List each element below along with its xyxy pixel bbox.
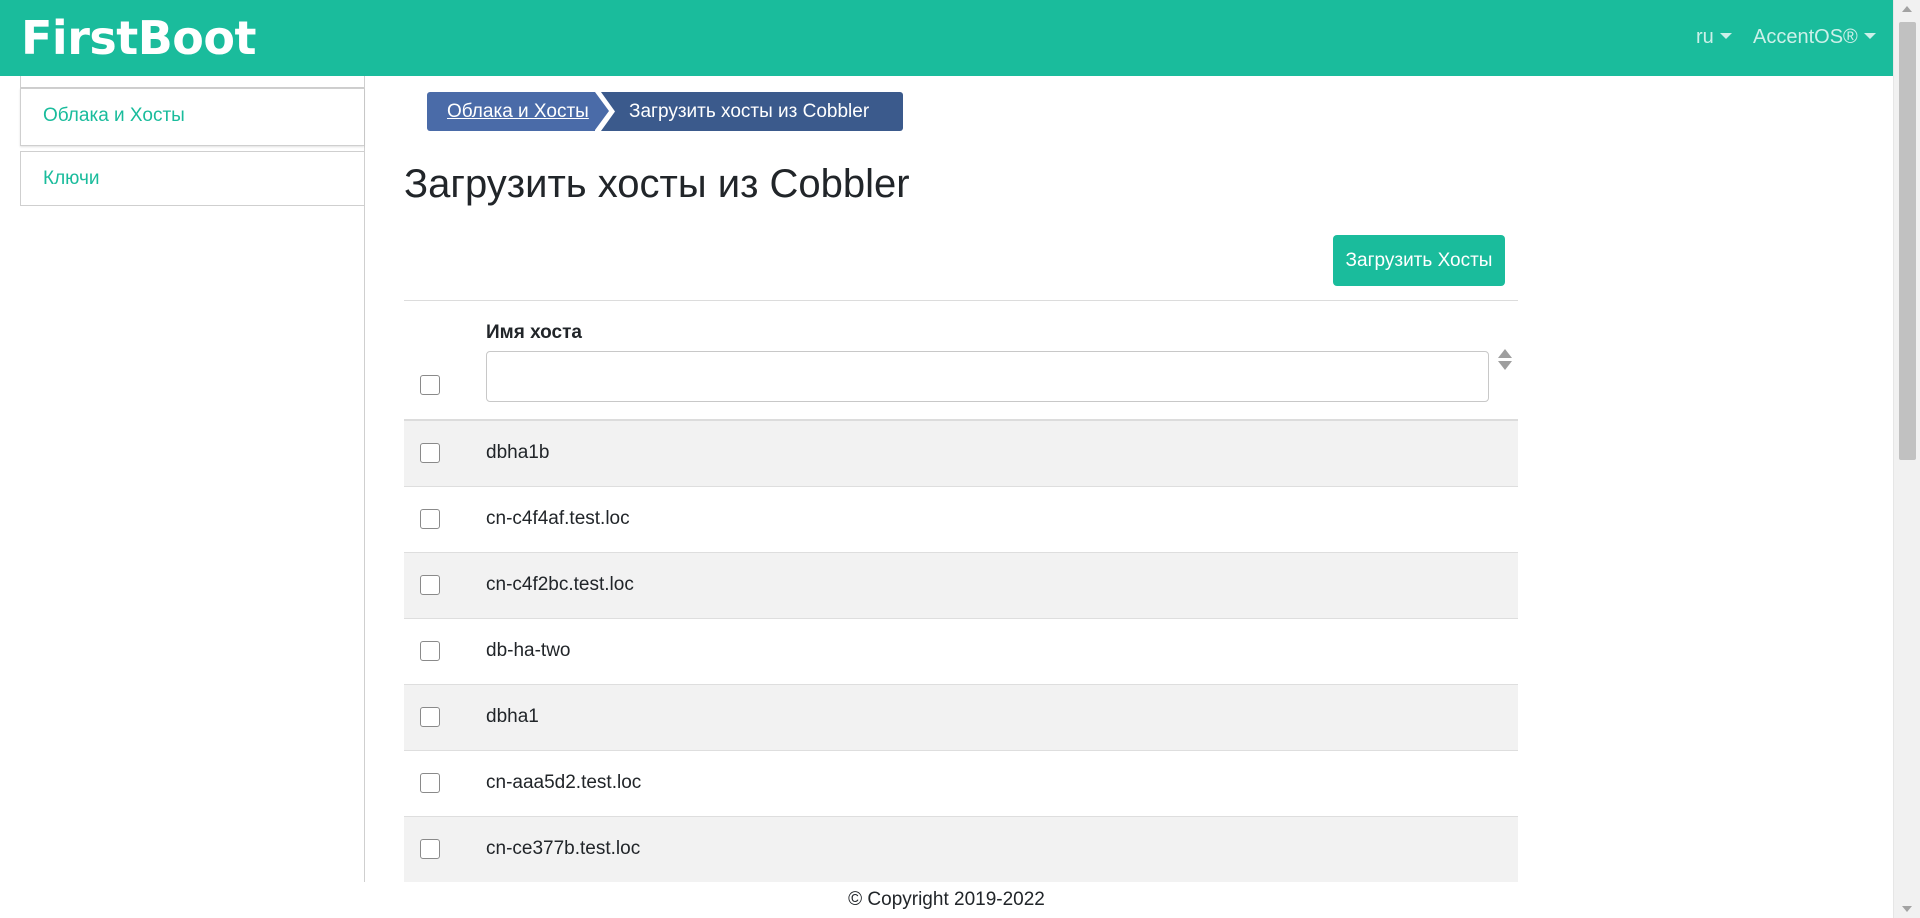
table-header: Имя хоста <box>404 301 1518 421</box>
copyright-text: © Copyright 2019-2022 <box>848 889 1045 910</box>
row-checkbox[interactable] <box>420 443 440 463</box>
table-row[interactable]: dbha1 <box>404 685 1518 751</box>
sidebar-item-keys[interactable]: Ключи <box>20 151 364 206</box>
hostname-filter-input[interactable] <box>486 351 1489 402</box>
language-dropdown[interactable]: ru <box>1696 24 1732 50</box>
scrollbar-thumb[interactable] <box>1899 22 1916 460</box>
sort-desc-icon <box>1498 361 1512 370</box>
row-checkbox[interactable] <box>420 509 440 529</box>
breadcrumb-link-clouds-hosts[interactable]: Облака и Хосты <box>427 92 595 131</box>
hostname-cell: cn-c4f4af.test.loc <box>486 508 630 529</box>
row-checkbox[interactable] <box>420 641 440 661</box>
footer: © Copyright 2019-2022 <box>0 882 1893 918</box>
top-navbar: FirstBoot ru AccentOS® <box>0 0 1893 76</box>
scroll-down-icon[interactable] <box>1902 906 1912 912</box>
table-row[interactable]: cn-c4f4af.test.loc <box>404 487 1518 553</box>
row-checkbox[interactable] <box>420 773 440 793</box>
sidebar-item-clouds-hosts[interactable]: Облака и Хосты <box>20 88 364 146</box>
chevron-down-icon <box>1719 33 1732 39</box>
chevron-down-icon <box>1863 33 1876 39</box>
sort-icon[interactable] <box>1498 349 1512 373</box>
load-hosts-button[interactable]: Загрузить Хосты <box>1333 235 1505 286</box>
vertical-scrollbar[interactable] <box>1893 0 1920 918</box>
row-checkbox[interactable] <box>420 839 440 859</box>
brand-logo[interactable]: FirstBoot <box>21 10 257 66</box>
sidebar-divider <box>364 76 365 882</box>
hostname-cell: cn-ce377b.test.loc <box>486 838 641 859</box>
language-label: ru <box>1696 26 1714 48</box>
page-title: Загрузить хосты из Cobbler <box>404 162 910 206</box>
table-row[interactable]: cn-aaa5d2.test.loc <box>404 751 1518 817</box>
hostname-cell: dbha1 <box>486 706 539 727</box>
scroll-up-icon[interactable] <box>1902 6 1912 12</box>
hostname-cell: cn-c4f2bc.test.loc <box>486 574 634 595</box>
row-checkbox[interactable] <box>420 707 440 727</box>
sidebar-top-edge <box>20 76 364 88</box>
hostname-cell: cn-aaa5d2.test.loc <box>486 772 642 793</box>
breadcrumb-current: Загрузить хосты из Cobbler <box>601 92 903 131</box>
sort-asc-icon <box>1498 349 1512 358</box>
select-all-checkbox[interactable] <box>420 375 440 395</box>
hostname-cell: dbha1b <box>486 442 550 463</box>
table-row[interactable]: cn-ce377b.test.loc <box>404 817 1518 883</box>
column-header-hostname: Имя хоста <box>486 322 582 343</box>
row-checkbox[interactable] <box>420 575 440 595</box>
user-label: AccentOS® <box>1753 26 1858 48</box>
table-body: dbha1b cn-c4f4af.test.loc cn-c4f2bc.test… <box>404 421 1518 883</box>
user-dropdown[interactable]: AccentOS® <box>1753 24 1876 50</box>
table-row[interactable]: cn-c4f2bc.test.loc <box>404 553 1518 619</box>
table-row[interactable]: dbha1b <box>404 421 1518 487</box>
sidebar-item-label: Ключи <box>43 168 100 189</box>
sidebar-item-label: Облака и Хосты <box>43 105 185 126</box>
hostname-cell: db-ha-two <box>486 640 571 661</box>
table-row[interactable]: db-ha-two <box>404 619 1518 685</box>
